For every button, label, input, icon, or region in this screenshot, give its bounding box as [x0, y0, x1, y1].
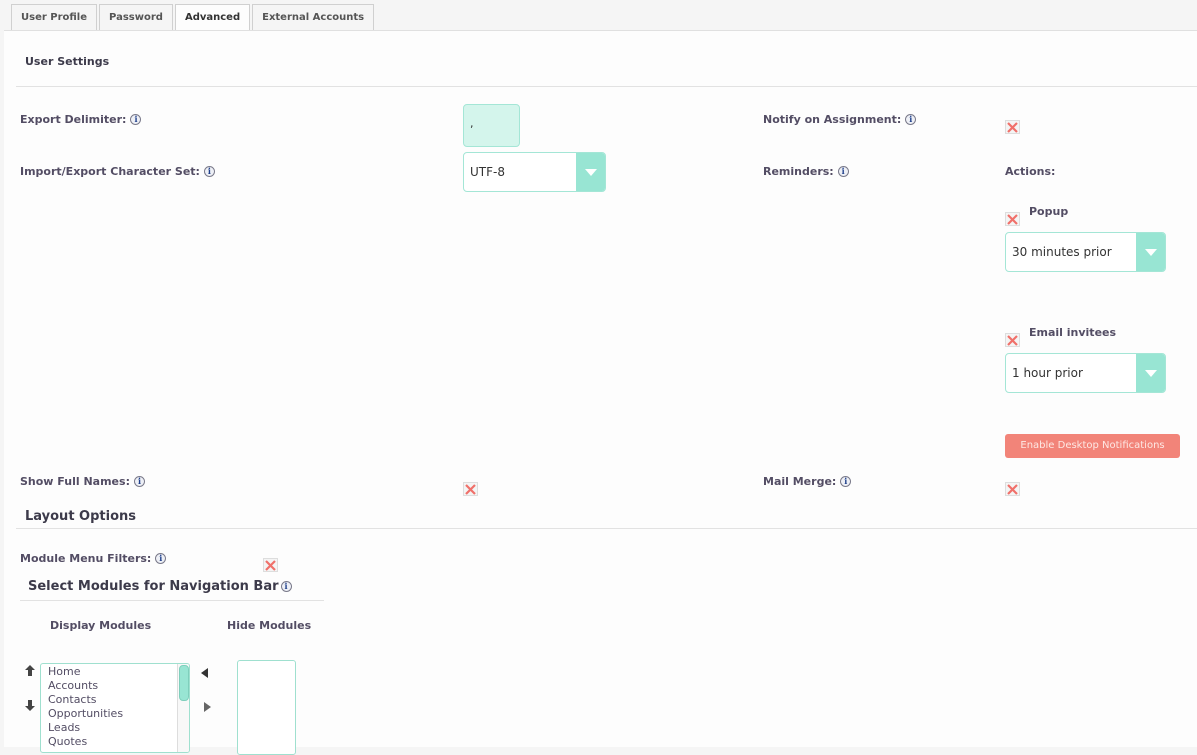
nav-bar-modules-title: Select Modules for Navigation Bar i [28, 579, 292, 594]
notify-on-assignment-label-text: Notify on Assignment: [763, 113, 902, 126]
charset-select-value: UTF-8 [470, 165, 505, 179]
layout-options-title: Layout Options [25, 509, 137, 524]
mail-merge-label: Mail Merge: i [763, 475, 852, 488]
move-up-button[interactable] [25, 661, 35, 680]
move-to-display-button[interactable] [201, 663, 208, 682]
charset-label-text: Import/Export Character Set: [20, 165, 200, 178]
list-item[interactable]: Leads [41, 721, 189, 735]
notify-on-assignment-checkbox[interactable] [1005, 120, 1020, 134]
arrow-left-icon [201, 668, 208, 678]
info-icon[interactable]: i [905, 114, 917, 125]
tab-external-accounts[interactable]: External Accounts [252, 4, 375, 31]
list-item[interactable]: Contacts [41, 693, 189, 707]
chevron-down-icon [576, 153, 605, 191]
unchecked-x-icon [1007, 483, 1018, 495]
list-item[interactable]: Home [41, 665, 189, 679]
notify-on-assignment-label: Notify on Assignment: i [763, 113, 917, 126]
unchecked-x-icon [265, 559, 276, 571]
export-delimiter-input[interactable]: , [463, 104, 520, 147]
hide-modules-list[interactable] [237, 660, 296, 755]
user-settings-title: User Settings [25, 55, 110, 68]
info-icon[interactable]: i [280, 581, 292, 592]
arrow-down-icon [25, 700, 35, 711]
scrollbar-thumb[interactable] [179, 665, 189, 701]
chevron-down-icon [1136, 354, 1165, 392]
show-full-names-label-text: Show Full Names: [20, 475, 130, 488]
email-invitees-checkbox[interactable] [1005, 333, 1020, 347]
info-icon[interactable]: i [840, 476, 852, 487]
scrollbar[interactable] [177, 664, 189, 752]
email-invitees-time-value: 1 hour prior [1012, 366, 1083, 380]
info-icon[interactable]: i [130, 114, 142, 125]
module-menu-filters-checkbox[interactable] [263, 558, 278, 572]
show-full-names-label: Show Full Names: i [20, 475, 145, 488]
move-to-hide-button[interactable] [204, 697, 211, 716]
info-icon[interactable]: i [133, 476, 145, 487]
list-item[interactable]: Accounts [41, 679, 189, 693]
popup-checkbox[interactable] [1005, 212, 1020, 226]
email-invitees-time-select[interactable]: 1 hour prior [1005, 353, 1166, 393]
show-full-names-checkbox[interactable] [463, 482, 478, 496]
export-delimiter-label-text: Export Delimiter: [20, 113, 127, 126]
reminders-label-text: Reminders: [763, 165, 834, 178]
chevron-down-icon [1136, 233, 1165, 271]
tab-user-profile[interactable]: User Profile [11, 4, 98, 31]
module-menu-filters-label: Module Menu Filters: i [20, 552, 167, 565]
tab-password[interactable]: Password [99, 4, 173, 31]
nav-bar-modules-title-text: Select Modules for Navigation Bar [28, 579, 279, 594]
mail-merge-label-text: Mail Merge: [763, 475, 837, 488]
popup-time-select[interactable]: 30 minutes prior [1005, 232, 1166, 272]
unchecked-x-icon [1007, 334, 1018, 346]
divider [20, 600, 324, 601]
reminders-label: Reminders: i [763, 165, 849, 178]
info-icon[interactable]: i [837, 166, 849, 177]
unchecked-x-icon [465, 483, 476, 495]
display-modules-label: Display Modules [50, 619, 152, 632]
charset-label: Import/Export Character Set: i [20, 165, 215, 178]
info-icon[interactable]: i [155, 553, 167, 564]
hide-modules-label: Hide Modules [227, 619, 312, 632]
move-down-button[interactable] [25, 696, 35, 715]
arrow-up-icon [25, 665, 35, 676]
advanced-panel: User Settings Export Delimiter: i , Noti… [4, 30, 1197, 755]
module-menu-filters-label-text: Module Menu Filters: [20, 552, 152, 565]
list-item[interactable]: Opportunities [41, 707, 189, 721]
divider [16, 86, 1197, 87]
enable-desktop-notifications-button[interactable]: Enable Desktop Notifications [1005, 434, 1180, 458]
unchecked-x-icon [1007, 121, 1018, 133]
arrow-right-icon [204, 702, 211, 712]
popup-time-value: 30 minutes prior [1012, 245, 1112, 259]
unchecked-x-icon [1007, 213, 1018, 225]
export-delimiter-label: Export Delimiter: i [20, 113, 142, 126]
actions-label: Actions: [1005, 165, 1056, 178]
divider [16, 528, 1197, 529]
charset-select[interactable]: UTF-8 [463, 152, 606, 192]
mail-merge-checkbox[interactable] [1005, 482, 1020, 496]
tab-bar: User Profile Password Advanced External … [11, 4, 376, 32]
display-modules-list[interactable]: Home Accounts Contacts Opportunities Lea… [40, 663, 190, 753]
email-invitees-label: Email invitees [1029, 326, 1117, 339]
info-icon[interactable]: i [203, 166, 215, 177]
popup-label: Popup [1029, 205, 1069, 218]
tab-advanced[interactable]: Advanced [174, 4, 251, 32]
